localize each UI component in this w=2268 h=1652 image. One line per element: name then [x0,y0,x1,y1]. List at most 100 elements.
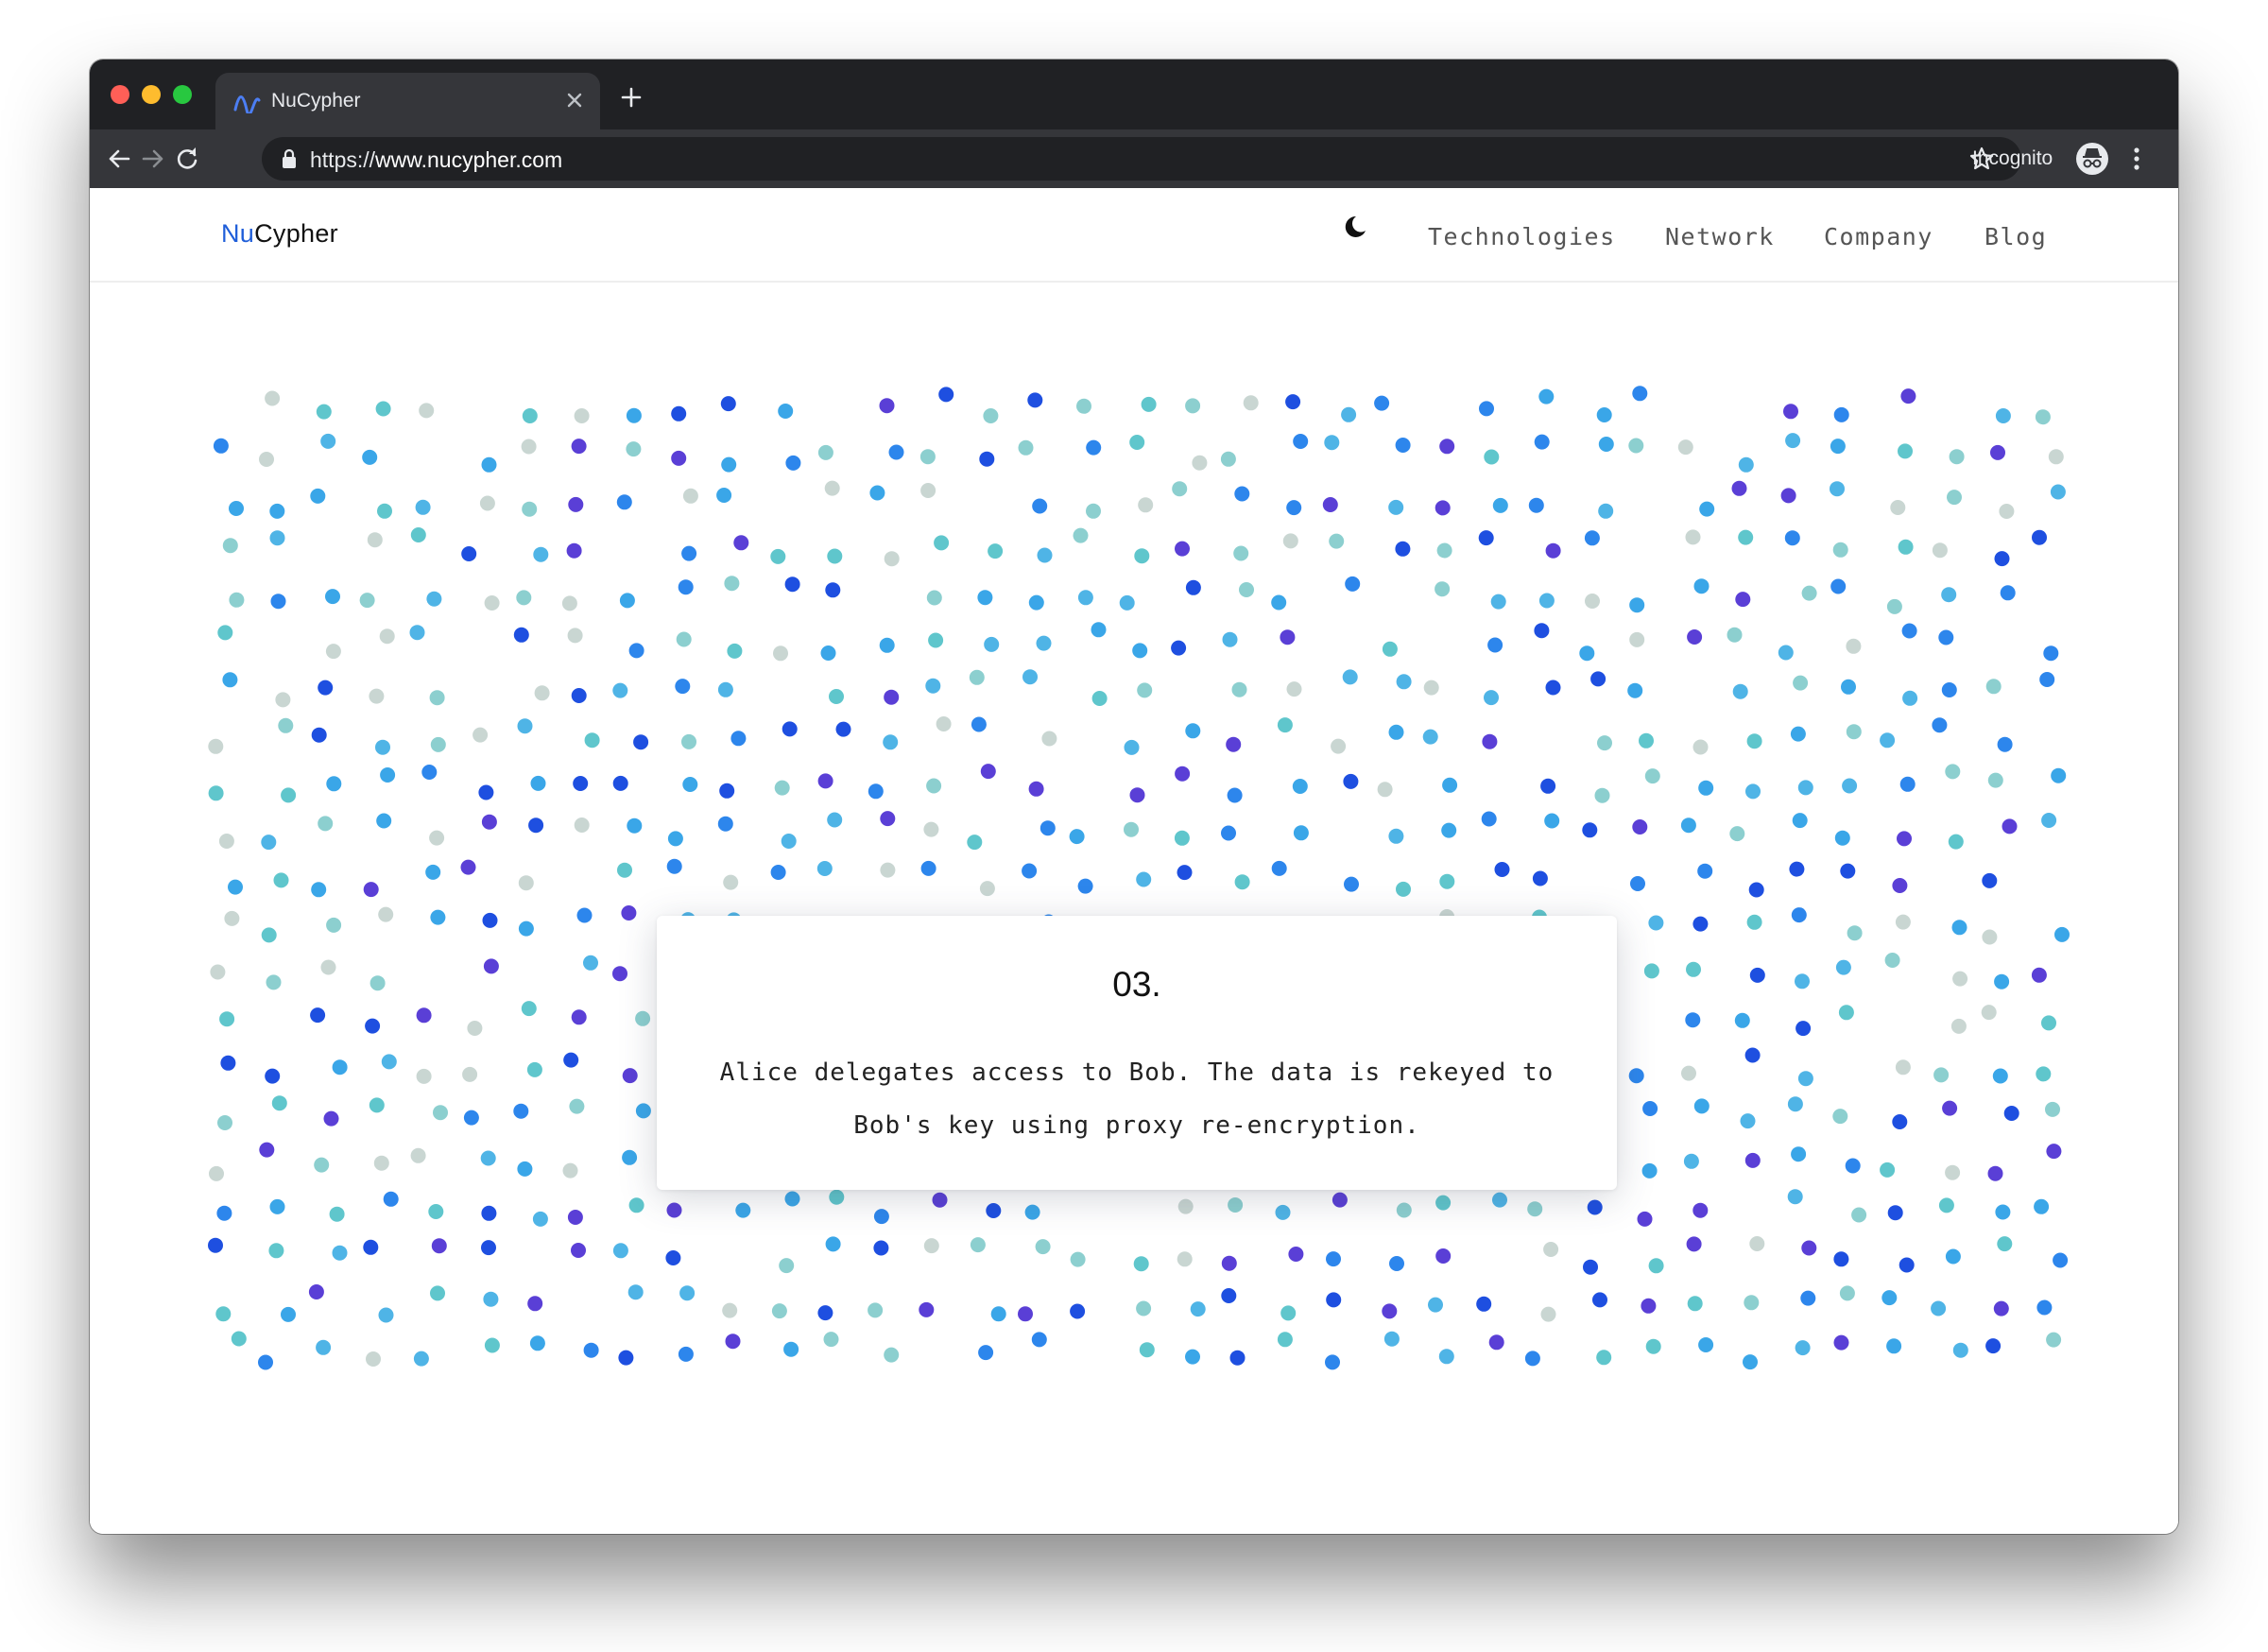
decorative-dot [1987,772,2003,788]
close-window-button[interactable] [111,85,129,104]
nav-company[interactable]: Company [1824,223,1933,250]
nav-network[interactable]: Network [1665,223,1775,250]
decorative-dot [1780,488,1796,504]
decorative-dot [1792,813,1808,829]
decorative-dot [416,1068,432,1084]
decorative-dot [1329,533,1345,549]
lock-icon[interactable] [281,148,298,169]
decorative-dot [1543,1242,1559,1257]
decorative-dot [628,1197,644,1213]
decorative-dot [1846,638,1862,654]
decorative-dot [484,595,500,611]
decorative-dot [1476,1296,1492,1312]
tab-bar: NuCypher [90,60,2178,129]
new-tab-icon[interactable] [620,86,643,109]
animated-dot-field [208,386,2070,1370]
decorative-dot [868,1302,884,1318]
browser-tab[interactable]: NuCypher [215,73,600,129]
decorative-dot [1435,581,1451,597]
decorative-dot [574,817,590,833]
decorative-dot [824,480,840,496]
address-bar[interactable]: https://www.nucypher.com [262,137,2021,181]
dark-mode-moon-icon[interactable] [1343,214,1367,240]
decorative-dot [484,1337,500,1353]
decorative-dot [325,644,341,660]
more-menu-icon[interactable] [2131,145,2142,173]
decorative-dot [1435,500,1451,516]
decorative-dot [1941,587,1957,603]
decorative-dot [1035,1239,1051,1255]
decorative-dot [1886,598,1902,614]
decorative-dot [261,927,277,943]
decorative-dot [730,731,747,747]
reload-icon[interactable] [173,145,201,173]
decorative-dot [770,548,786,564]
nav-technologies[interactable]: Technologies [1428,223,1616,250]
decorative-dot [1830,481,1845,497]
decorative-dot [373,1155,389,1171]
incognito-icon[interactable] [2075,142,2109,176]
decorative-dot [1395,438,1411,453]
decorative-dot [1743,1354,1758,1370]
decorative-dot [517,1161,533,1177]
decorative-dot [369,1097,385,1113]
url-text: https://www.nucypher.com [310,147,562,173]
browser-window: NuCypher https://www.nucypher.com Incogn… [90,60,2178,1534]
decorative-dot [1997,1236,2013,1252]
minimize-window-button[interactable] [142,85,161,104]
decorative-dot [413,1351,429,1367]
decorative-dot [1331,738,1347,754]
decorative-dot [2046,1144,2062,1160]
decorative-dot [222,538,238,554]
forward-arrow-icon[interactable] [139,145,167,173]
decorative-dot [1692,916,1709,932]
decorative-dot [784,576,800,593]
decorative-dot [919,1301,935,1317]
decorative-dot [1227,787,1243,803]
decorative-dot [1129,787,1145,803]
url-host: www.nucypher.com [375,147,563,172]
back-arrow-icon[interactable] [105,145,133,173]
nav-blog[interactable]: Blog [1984,223,2047,250]
decorative-dot [880,862,896,878]
nucypher-logo[interactable]: NuCypher [221,219,338,249]
decorative-dot [635,1010,651,1026]
decorative-dot [265,1068,281,1084]
decorative-dot [781,834,797,849]
decorative-dot [1948,834,1964,850]
decorative-dot [318,680,334,696]
decorative-dot [1833,1251,1849,1267]
decorative-dot [1645,1338,1661,1354]
decorative-dot [1527,1201,1543,1217]
decorative-dot [1632,819,1648,835]
decorative-dot [1681,1065,1696,1081]
decorative-dot [725,1334,741,1350]
decorative-dot [526,1061,542,1077]
decorative-dot [314,1157,330,1173]
decorative-dot [1234,486,1250,502]
decorative-dot [1685,1012,1701,1028]
decorative-dot [1192,455,1208,471]
decorative-dot [1744,1295,1760,1311]
decorative-dot [1077,878,1093,894]
decorative-dot [362,449,378,465]
decorative-dot [1031,1332,1047,1348]
decorative-dot [1231,681,1247,697]
decorative-dot [612,775,628,791]
decorative-dot [369,688,385,704]
close-tab-icon[interactable] [564,90,585,111]
decorative-dot [1784,530,1800,546]
decorative-dot [984,636,1000,652]
decorative-dot [567,628,583,644]
decorative-dot [717,681,733,697]
maximize-window-button[interactable] [173,85,192,104]
decorative-dot [1041,731,1057,747]
decorative-dot [268,1243,284,1259]
decorative-dot [721,456,737,473]
decorative-dot [719,783,735,799]
decorative-dot [2003,1106,2019,1121]
decorative-dot [1797,780,1813,796]
decorative-dot [1228,1197,1244,1213]
decorative-dot [332,1059,348,1076]
decorative-dot [231,1331,247,1347]
